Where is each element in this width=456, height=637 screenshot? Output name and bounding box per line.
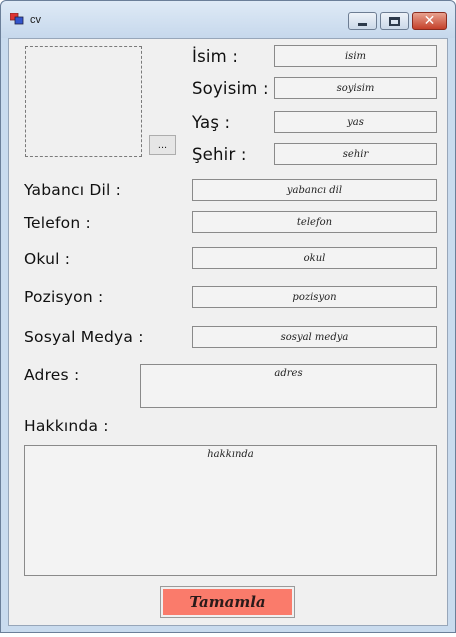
maximize-icon (389, 16, 400, 26)
browse-photo-button[interactable]: ... (149, 135, 176, 155)
pozisyon-input[interactable]: pozisyon (192, 286, 437, 308)
close-button[interactable]: ✕ (412, 12, 447, 30)
window-title: cv (30, 14, 41, 26)
adres-textarea[interactable]: adres (140, 364, 437, 408)
minimize-button[interactable] (348, 12, 377, 30)
yabanci-dil-input[interactable]: yabancı dil (192, 179, 437, 201)
tamamla-button[interactable]: Tamamla (160, 586, 295, 618)
sehir-label: Şehir : (192, 145, 247, 164)
form-client-area: ... İsim : isim Soyisim : soyisim Yaş : … (8, 38, 448, 626)
minimize-icon (358, 22, 367, 26)
soyisim-input[interactable]: soyisim (274, 77, 437, 99)
sehir-input[interactable]: sehir (274, 143, 437, 165)
hakkinda-textarea[interactable]: hakkında (24, 445, 437, 576)
yas-label: Yaş : (192, 113, 231, 132)
tamamla-button-label: Tamamla (163, 589, 292, 615)
maximize-button[interactable] (380, 12, 409, 30)
hakkinda-label: Hakkında : (24, 417, 109, 435)
isim-label: İsim : (192, 47, 239, 66)
close-icon: ✕ (423, 13, 436, 29)
isim-input[interactable]: isim (274, 45, 437, 67)
sosyal-medya-input[interactable]: sosyal medya (192, 326, 437, 348)
telefon-label: Telefon : (24, 214, 91, 232)
cv-window: cv ✕ ... İsim : isim Soyisim : soyisim Y… (0, 0, 456, 633)
photo-box[interactable] (25, 46, 142, 157)
soyisim-label: Soyisim : (192, 79, 269, 98)
yabanci-dil-label: Yabancı Dil : (24, 181, 122, 199)
title-bar[interactable]: cv ✕ (1, 1, 455, 38)
adres-label: Adres : (24, 366, 80, 384)
yas-input[interactable]: yas (274, 111, 437, 133)
window-bottom-edge (0, 633, 456, 637)
sosyal-medya-label: Sosyal Medya : (24, 328, 144, 346)
okul-input[interactable]: okul (192, 247, 437, 269)
telefon-input[interactable]: telefon (192, 211, 437, 233)
okul-label: Okul : (24, 250, 71, 268)
app-icon (10, 13, 24, 25)
pozisyon-label: Pozisyon : (24, 288, 104, 306)
